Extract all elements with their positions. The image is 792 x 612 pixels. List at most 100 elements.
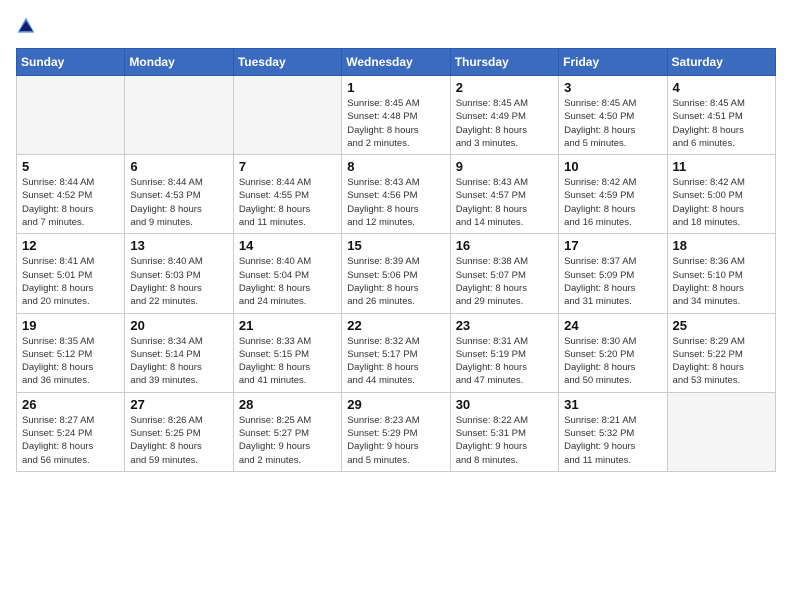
calendar-cell: 11 Sunrise: 8:42 AM Sunset: 5:00 PM Dayli… [667,155,775,234]
weekday-header-thursday: Thursday [450,49,558,76]
day-info: Sunrise: 8:29 AM Sunset: 5:22 PM Dayligh… [673,335,770,388]
calendar-week-row: 19 Sunrise: 8:35 AM Sunset: 5:12 PM Dayli… [17,313,776,392]
day-info: Sunrise: 8:44 AM Sunset: 4:53 PM Dayligh… [130,176,227,229]
day-number: 16 [456,238,553,253]
day-info: Sunrise: 8:32 AM Sunset: 5:17 PM Dayligh… [347,335,444,388]
weekday-header-friday: Friday [559,49,667,76]
weekday-header-tuesday: Tuesday [233,49,341,76]
day-info: Sunrise: 8:37 AM Sunset: 5:09 PM Dayligh… [564,255,661,308]
day-number: 24 [564,318,661,333]
calendar-cell: 8 Sunrise: 8:43 AM Sunset: 4:56 PM Daylig… [342,155,450,234]
day-number: 29 [347,397,444,412]
day-number: 18 [673,238,770,253]
day-number: 12 [22,238,119,253]
logo [16,16,40,36]
calendar-cell: 13 Sunrise: 8:40 AM Sunset: 5:03 PM Dayli… [125,234,233,313]
day-number: 8 [347,159,444,174]
day-number: 7 [239,159,336,174]
calendar-cell: 6 Sunrise: 8:44 AM Sunset: 4:53 PM Daylig… [125,155,233,234]
calendar-cell: 19 Sunrise: 8:35 AM Sunset: 5:12 PM Dayli… [17,313,125,392]
day-number: 27 [130,397,227,412]
day-number: 6 [130,159,227,174]
day-info: Sunrise: 8:38 AM Sunset: 5:07 PM Dayligh… [456,255,553,308]
day-info: Sunrise: 8:45 AM Sunset: 4:49 PM Dayligh… [456,97,553,150]
weekday-header-row: SundayMondayTuesdayWednesdayThursdayFrid… [17,49,776,76]
day-number: 31 [564,397,661,412]
day-number: 5 [22,159,119,174]
day-number: 26 [22,397,119,412]
day-number: 23 [456,318,553,333]
day-number: 21 [239,318,336,333]
day-info: Sunrise: 8:45 AM Sunset: 4:48 PM Dayligh… [347,97,444,150]
calendar-cell [667,392,775,471]
day-info: Sunrise: 8:44 AM Sunset: 4:55 PM Dayligh… [239,176,336,229]
day-number: 28 [239,397,336,412]
day-number: 19 [22,318,119,333]
calendar-cell: 16 Sunrise: 8:38 AM Sunset: 5:07 PM Dayli… [450,234,558,313]
calendar-table: SundayMondayTuesdayWednesdayThursdayFrid… [16,48,776,472]
day-info: Sunrise: 8:21 AM Sunset: 5:32 PM Dayligh… [564,414,661,467]
day-info: Sunrise: 8:27 AM Sunset: 5:24 PM Dayligh… [22,414,119,467]
day-info: Sunrise: 8:22 AM Sunset: 5:31 PM Dayligh… [456,414,553,467]
day-info: Sunrise: 8:42 AM Sunset: 4:59 PM Dayligh… [564,176,661,229]
day-number: 15 [347,238,444,253]
day-info: Sunrise: 8:36 AM Sunset: 5:10 PM Dayligh… [673,255,770,308]
calendar-cell: 4 Sunrise: 8:45 AM Sunset: 4:51 PM Daylig… [667,76,775,155]
calendar-cell: 20Sunrise: 8:34 AM Sunset: 5:14 PM Dayli… [125,313,233,392]
day-info: Sunrise: 8:40 AM Sunset: 5:03 PM Dayligh… [130,255,227,308]
day-info: Sunrise: 8:43 AM Sunset: 4:56 PM Dayligh… [347,176,444,229]
day-number: 30 [456,397,553,412]
day-info: Sunrise: 8:23 AM Sunset: 5:29 PM Dayligh… [347,414,444,467]
calendar-cell: 17 Sunrise: 8:37 AM Sunset: 5:09 PM Dayli… [559,234,667,313]
day-number: 13 [130,238,227,253]
calendar-cell: 27 Sunrise: 8:26 AM Sunset: 5:25 PM Dayli… [125,392,233,471]
day-info: Sunrise: 8:42 AM Sunset: 5:00 PM Dayligh… [673,176,770,229]
calendar-cell [125,76,233,155]
calendar-week-row: 5 Sunrise: 8:44 AM Sunset: 4:52 PM Daylig… [17,155,776,234]
day-number: 11 [673,159,770,174]
calendar-cell: 21 Sunrise: 8:33 AM Sunset: 5:15 PM Dayli… [233,313,341,392]
day-info: Sunrise: 8:25 AM Sunset: 5:27 PM Dayligh… [239,414,336,467]
day-info: Sunrise: 8:30 AM Sunset: 5:20 PM Dayligh… [564,335,661,388]
day-number: 2 [456,80,553,95]
calendar-cell: 31 Sunrise: 8:21 AM Sunset: 5:32 PM Dayli… [559,392,667,471]
calendar-cell: 7 Sunrise: 8:44 AM Sunset: 4:55 PM Daylig… [233,155,341,234]
weekday-header-saturday: Saturday [667,49,775,76]
day-info: Sunrise: 8:44 AM Sunset: 4:52 PM Dayligh… [22,176,119,229]
day-info: Sunrise: 8:35 AM Sunset: 5:12 PM Dayligh… [22,335,119,388]
logo-icon [16,16,36,36]
day-info: Sunrise: 8:45 AM Sunset: 4:51 PM Dayligh… [673,97,770,150]
calendar-cell: 5 Sunrise: 8:44 AM Sunset: 4:52 PM Daylig… [17,155,125,234]
calendar-cell: 25 Sunrise: 8:29 AM Sunset: 5:22 PM Dayli… [667,313,775,392]
day-info: Sunrise: 8:33 AM Sunset: 5:15 PM Dayligh… [239,335,336,388]
calendar-cell: 15Sunrise: 8:39 AM Sunset: 5:06 PM Dayli… [342,234,450,313]
calendar-week-row: 26 Sunrise: 8:27 AM Sunset: 5:24 PM Dayli… [17,392,776,471]
calendar-cell: 30 Sunrise: 8:22 AM Sunset: 5:31 PM Dayli… [450,392,558,471]
weekday-header-monday: Monday [125,49,233,76]
calendar-cell: 23 Sunrise: 8:31 AM Sunset: 5:19 PM Dayli… [450,313,558,392]
day-number: 25 [673,318,770,333]
calendar-cell: 18 Sunrise: 8:36 AM Sunset: 5:10 PM Dayli… [667,234,775,313]
calendar-cell: 12 Sunrise: 8:41 AM Sunset: 5:01 PM Dayli… [17,234,125,313]
calendar-week-row: 1 Sunrise: 8:45 AM Sunset: 4:48 PM Daylig… [17,76,776,155]
day-number: 20 [130,318,227,333]
day-number: 1 [347,80,444,95]
calendar-cell [233,76,341,155]
weekday-header-wednesday: Wednesday [342,49,450,76]
calendar-cell: 1 Sunrise: 8:45 AM Sunset: 4:48 PM Daylig… [342,76,450,155]
calendar-cell: 22Sunrise: 8:32 AM Sunset: 5:17 PM Dayli… [342,313,450,392]
calendar-cell: 9Sunrise: 8:43 AM Sunset: 4:57 PM Daylig… [450,155,558,234]
day-info: Sunrise: 8:45 AM Sunset: 4:50 PM Dayligh… [564,97,661,150]
day-info: Sunrise: 8:26 AM Sunset: 5:25 PM Dayligh… [130,414,227,467]
day-number: 9 [456,159,553,174]
page-header [16,16,776,36]
day-number: 10 [564,159,661,174]
calendar-cell: 14Sunrise: 8:40 AM Sunset: 5:04 PM Dayli… [233,234,341,313]
day-info: Sunrise: 8:41 AM Sunset: 5:01 PM Dayligh… [22,255,119,308]
calendar-cell: 26 Sunrise: 8:27 AM Sunset: 5:24 PM Dayli… [17,392,125,471]
day-number: 4 [673,80,770,95]
day-info: Sunrise: 8:31 AM Sunset: 5:19 PM Dayligh… [456,335,553,388]
day-number: 17 [564,238,661,253]
calendar-cell: 3Sunrise: 8:45 AM Sunset: 4:50 PM Daylig… [559,76,667,155]
weekday-header-sunday: Sunday [17,49,125,76]
